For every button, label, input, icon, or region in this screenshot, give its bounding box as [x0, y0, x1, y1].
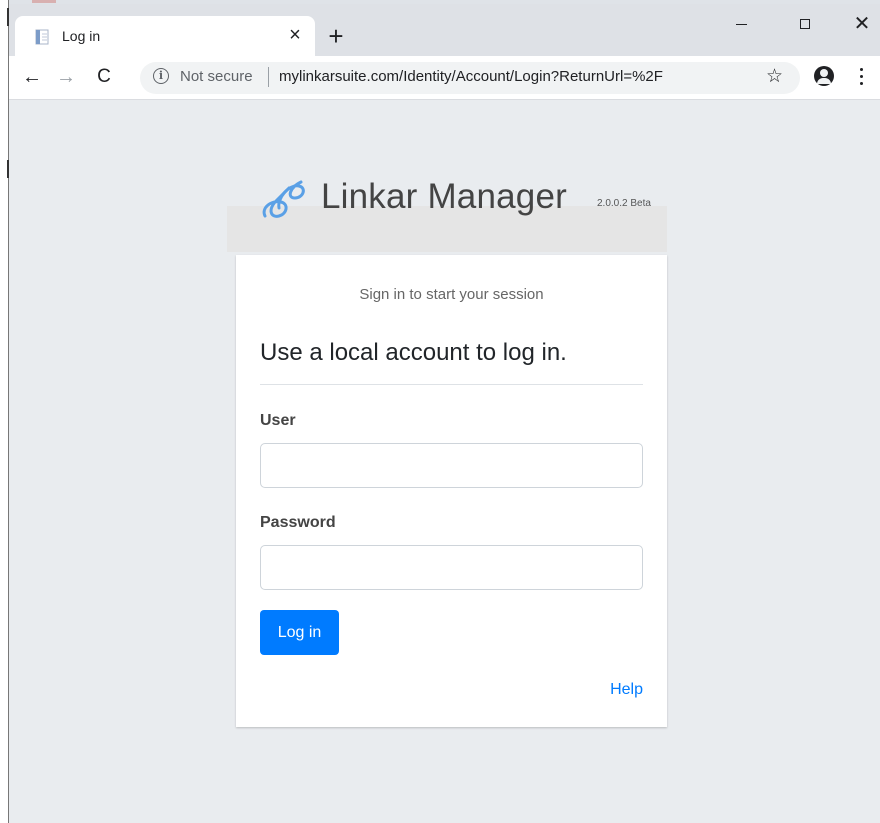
browser-menu-icon[interactable] — [856, 66, 866, 88]
heading-divider — [260, 384, 643, 385]
password-input[interactable] — [260, 545, 643, 590]
page-body: Linkar Manager 2.0.0.2 Beta Sign in to s… — [9, 100, 880, 823]
maximize-icon — [800, 19, 810, 29]
browser-tab[interactable]: Log in × — [15, 16, 315, 56]
login-button[interactable]: Log in — [260, 610, 339, 655]
login-subtitle: Sign in to start your session — [359, 286, 544, 303]
reload-button[interactable]: C — [91, 64, 117, 90]
back-button[interactable]: ← — [19, 64, 45, 90]
forward-button[interactable]: → — [53, 64, 79, 90]
app-name: Linkar Manager — [321, 177, 567, 216]
tab-title: Log in — [62, 28, 101, 44]
url-text[interactable]: mylinkarsuite.com/Identity/Account/Login… — [279, 68, 663, 85]
linkar-logo-icon — [262, 180, 305, 218]
profile-avatar-icon[interactable] — [814, 66, 834, 86]
address-bar[interactable]: i Not secure mylinkarsuite.com/Identity/… — [140, 62, 800, 94]
site-info-icon[interactable]: i — [153, 68, 169, 84]
omnibox-separator — [268, 67, 269, 87]
security-status-text: Not secure — [180, 68, 253, 85]
login-card: Sign in to start your session Use a loca… — [236, 255, 667, 727]
page-favicon-icon — [35, 29, 49, 45]
login-heading: Use a local account to log in. — [260, 339, 567, 366]
window-minimize-button[interactable] — [721, 10, 761, 38]
new-tab-button[interactable]: + — [323, 23, 349, 50]
user-input[interactable] — [260, 443, 643, 488]
window-close-button[interactable]: ✕ — [842, 10, 880, 38]
app-version: 2.0.0.2 Beta — [597, 198, 651, 209]
tab-close-icon[interactable]: × — [285, 23, 305, 47]
minimize-icon — [736, 24, 747, 25]
window-left-edge — [0, 0, 10, 823]
password-label: Password — [260, 514, 336, 531]
bookmark-star-icon[interactable]: ☆ — [766, 65, 783, 88]
help-link[interactable]: Help — [610, 681, 643, 699]
window-maximize-button[interactable] — [785, 10, 825, 38]
browser-chrome: Log in × + ✕ ← → C i Not secure mylinkar… — [9, 4, 880, 100]
browser-toolbar: ← → C i Not secure mylinkarsuite.com/Ide… — [9, 56, 880, 100]
user-label: User — [260, 412, 296, 429]
desktop-top-mark — [32, 0, 56, 3]
